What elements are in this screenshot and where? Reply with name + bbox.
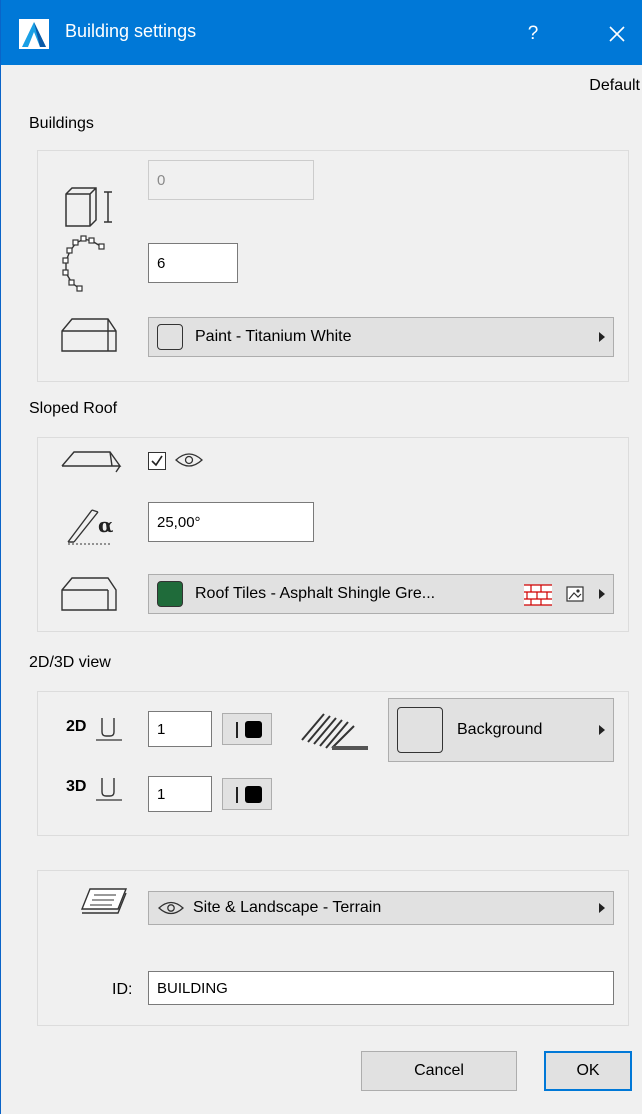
id-label: ID:: [112, 981, 133, 998]
height-input[interactable]: 0: [148, 160, 314, 200]
default-label: Default: [589, 77, 640, 94]
segments-input[interactable]: 6: [148, 243, 238, 283]
layer-dropdown[interactable]: Site & Landscape - Terrain: [148, 891, 614, 925]
pen-2d-input[interactable]: 1: [148, 711, 212, 747]
eye-icon: [175, 453, 203, 467]
pen-3d-color-button[interactable]: [222, 778, 272, 810]
pen-3d-input[interactable]: 1: [148, 776, 212, 812]
help-button[interactable]: ?: [513, 14, 553, 54]
archicad-logo-icon: [19, 19, 49, 49]
layer-label: Site & Landscape - Terrain: [193, 899, 382, 916]
pen-icon: [96, 718, 122, 741]
roof-angle-input[interactable]: 25,00°: [148, 502, 314, 542]
pen-2d-color-button[interactable]: [222, 713, 272, 745]
brick-pattern-icon: [524, 584, 552, 606]
pen-icon: [96, 778, 122, 801]
roof-surface-icon: [61, 577, 117, 611]
close-icon[interactable]: [597, 14, 637, 54]
window-title: Building settings: [65, 21, 197, 41]
chevron-right-icon: [599, 589, 605, 599]
id-input[interactable]: BUILDING: [148, 971, 614, 1005]
title-bar: Building settings ?: [1, 0, 642, 65]
pen-color-swatch: [245, 786, 262, 803]
background-label: Background: [457, 721, 543, 738]
background-dropdown[interactable]: Background: [388, 698, 614, 762]
building-height-icon: [65, 187, 112, 227]
view-group: 2D 1 Background 3D 1: [37, 691, 629, 836]
checkmark-icon: [151, 455, 163, 467]
layer-group: Site & Landscape - Terrain ID: BUILDING: [37, 870, 629, 1026]
roof-icon: [61, 451, 122, 473]
section-title-buildings: Buildings: [29, 115, 94, 132]
chevron-right-icon: [599, 332, 605, 342]
eye-icon: [158, 901, 184, 915]
roof-visible-checkbox[interactable]: [148, 452, 166, 470]
building-surface-dropdown[interactable]: Paint - Titanium White: [148, 317, 614, 357]
roof-surface-dropdown[interactable]: Roof Tiles - Asphalt Shingle Gre...: [148, 574, 614, 614]
svg-text:α: α: [98, 513, 113, 537]
section-title-sloped-roof: Sloped Roof: [29, 400, 118, 417]
building-surface-swatch: [157, 324, 183, 350]
cancel-button[interactable]: Cancel: [361, 1051, 517, 1091]
label-2d: 2D: [66, 718, 87, 735]
chevron-right-icon: [599, 725, 605, 735]
pen-line-icon: [236, 787, 238, 803]
pen-color-swatch: [245, 721, 262, 738]
layer-icon: [80, 888, 128, 914]
roof-surface-swatch: [157, 581, 183, 607]
background-swatch: [397, 707, 443, 753]
roof-angle-icon: α: [67, 509, 113, 545]
ok-button[interactable]: OK: [544, 1051, 632, 1091]
hatch-pattern-icon: [301, 713, 368, 750]
chevron-right-icon: [599, 903, 605, 913]
roof-surface-label: Roof Tiles - Asphalt Shingle Gre...: [195, 585, 436, 602]
sloped-roof-group: α 25,00° Roof Tiles - Asphalt Shingle Gr…: [37, 437, 629, 632]
pen-line-icon: [236, 722, 238, 738]
polygon-segments-icon: [62, 235, 105, 292]
texture-picture-icon: [566, 586, 584, 602]
building-settings-dialog: Building settings ? Default Buildings 0 …: [0, 0, 642, 1114]
building-surface-label: Paint - Titanium White: [195, 328, 352, 345]
label-3d: 3D: [66, 778, 87, 795]
buildings-group: 0 6 Paint - Titanium White: [37, 150, 629, 382]
building-surface-icon: [61, 318, 117, 352]
section-title-view: 2D/3D view: [29, 654, 111, 671]
